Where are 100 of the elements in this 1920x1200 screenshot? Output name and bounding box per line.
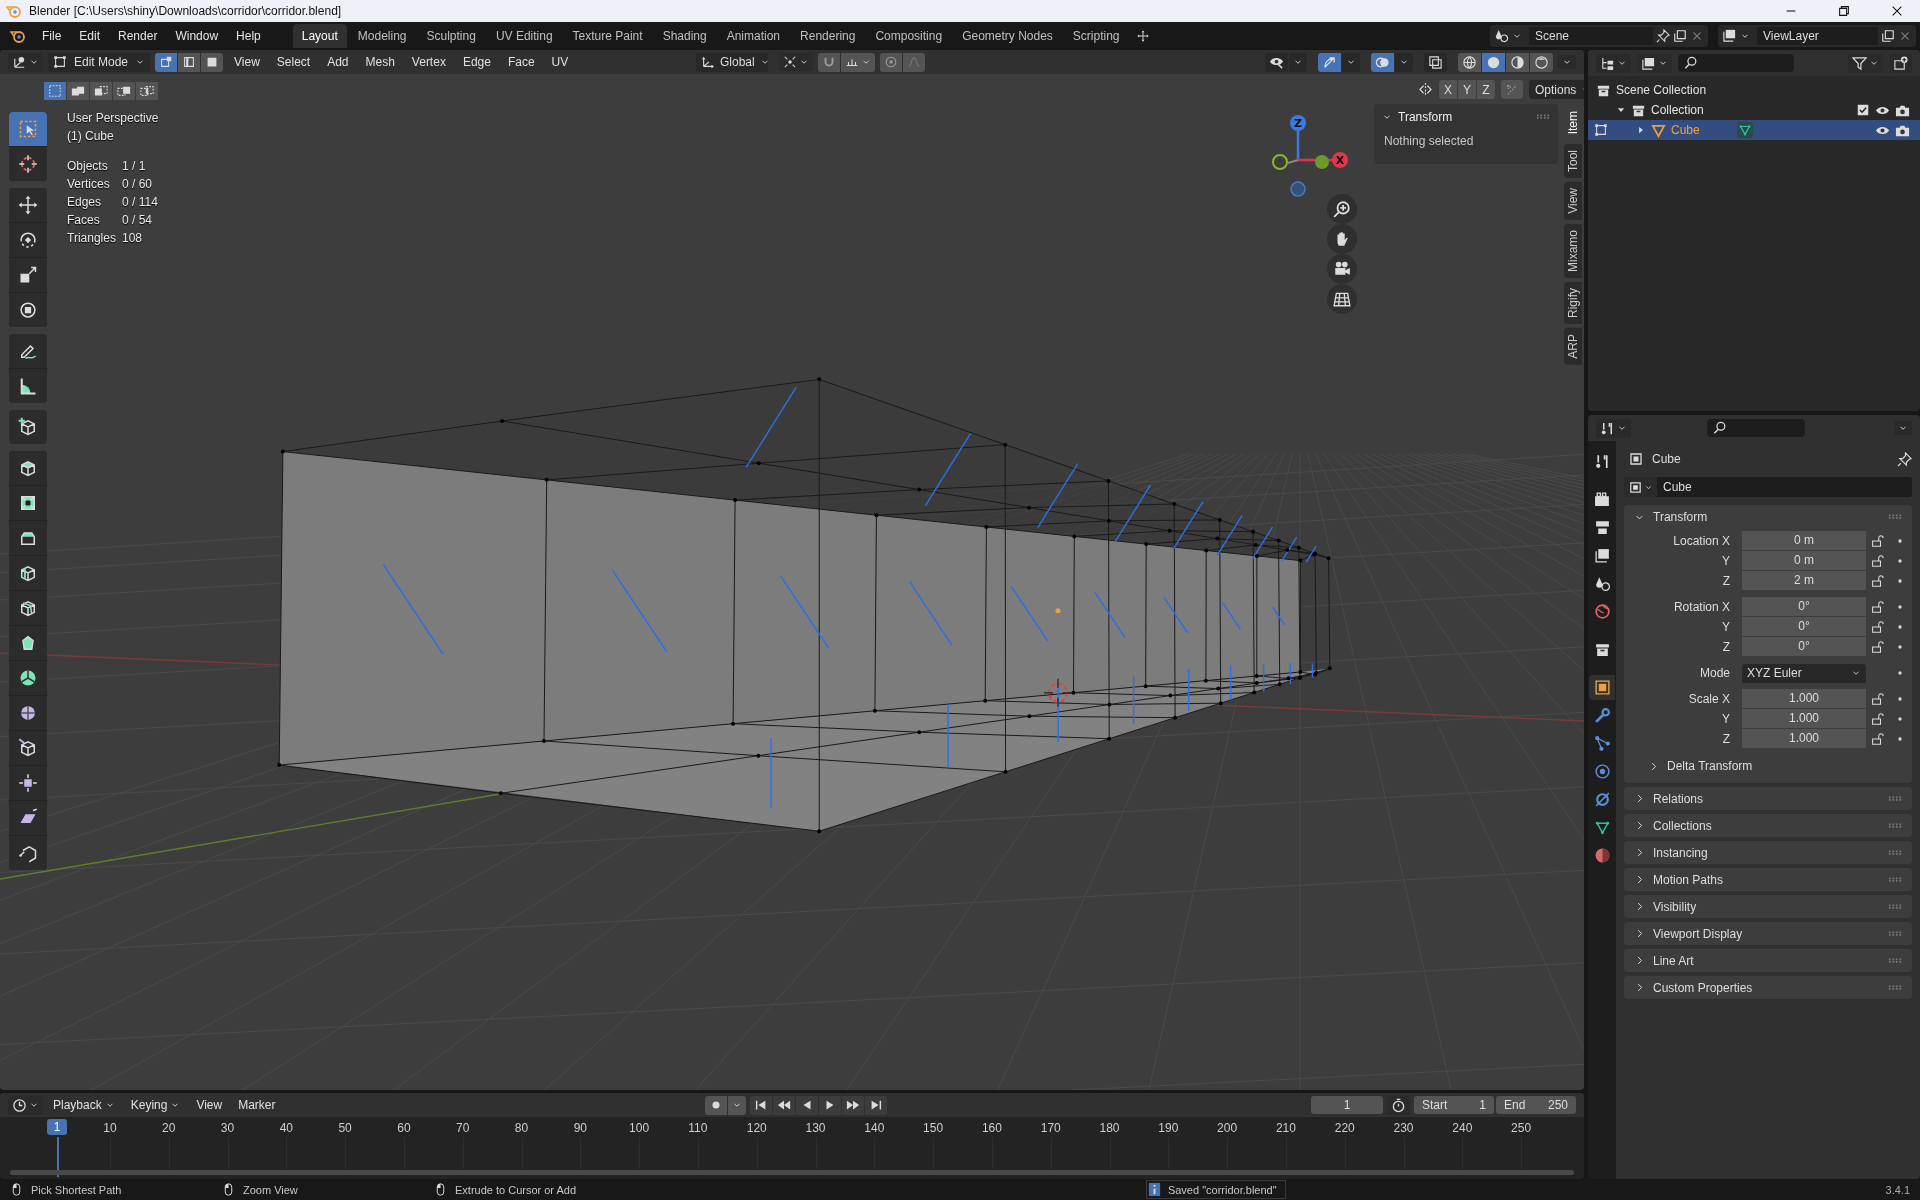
panel-title: Custom Properties — [1653, 980, 1753, 995]
workspace-tab[interactable]: UV Editing — [486, 23, 562, 48]
workspace-tab[interactable]: Rendering — [791, 23, 865, 48]
menu-item[interactable]: Face — [501, 53, 541, 71]
panel-header[interactable]: Line Art — [1624, 949, 1912, 972]
options-dropdown[interactable]: Options — [1529, 80, 1584, 99]
number-field[interactable]: 2 m — [1742, 571, 1866, 590]
number-field[interactable]: 1.000 — [1742, 689, 1866, 708]
menu-item[interactable]: Help — [228, 25, 269, 46]
menu-item[interactable]: Keying — [124, 1096, 187, 1114]
menu-item[interactable]: Render — [110, 25, 166, 46]
menu-item[interactable]: Add — [321, 53, 355, 71]
menu-item[interactable]: Marker — [232, 1096, 282, 1114]
menu-item[interactable]: View — [228, 53, 266, 71]
rotation-mode-dropdown[interactable]: XYZ Euler — [1742, 663, 1866, 683]
outliner-row[interactable]: Collection — [1588, 100, 1920, 120]
sidebar-tab[interactable]: Mixamo — [1564, 224, 1582, 279]
message-text: Saved "corridor.blend" — [1167, 1183, 1277, 1196]
panel-title: Collections — [1653, 818, 1712, 833]
view-name: User Perspective — [67, 111, 159, 125]
mode-dropdown[interactable]: Edit Mode — [48, 52, 150, 72]
frame-number: 200 — [1217, 1121, 1238, 1135]
outliner-row[interactable]: Cube — [1588, 120, 1920, 140]
view-layer-selector[interactable]: ViewLayer — [1718, 24, 1916, 47]
sidebar-tab[interactable]: Rigify — [1564, 282, 1582, 325]
frame-number: 80 — [514, 1121, 529, 1135]
property-label: Z — [1721, 732, 1731, 746]
field-value: Cube — [1662, 480, 1692, 494]
menu-item[interactable]: Playback — [47, 1096, 121, 1114]
menu-item[interactable]: File — [34, 25, 70, 46]
number-field[interactable]: 0° — [1742, 637, 1866, 656]
frame-number: 30 — [220, 1121, 235, 1135]
object-name-field[interactable]: Cube — [1624, 477, 1912, 497]
workspace-tab[interactable]: Scripting — [1063, 23, 1129, 48]
panel-header[interactable]: Instancing — [1624, 841, 1912, 864]
property-label: Y — [1721, 712, 1731, 726]
property-label: Y — [1721, 554, 1731, 568]
panel-title[interactable]: Transform — [1398, 110, 1453, 124]
mirror-axis-toggle[interactable]: Z — [1477, 80, 1495, 99]
workspace-tab[interactable]: Sculpting — [417, 23, 485, 48]
sidebar-tab[interactable]: View — [1564, 182, 1582, 221]
mirror-axis-toggle[interactable]: Y — [1458, 80, 1476, 99]
sidebar-tab[interactable]: ARP — [1564, 328, 1582, 365]
number-field[interactable]: 0 m — [1742, 551, 1866, 570]
number-field[interactable]: 0° — [1742, 597, 1866, 616]
axis-label: Z — [1294, 117, 1302, 130]
empty-message: Nothing selected — [1384, 134, 1475, 148]
menu-item[interactable]: Select — [270, 53, 317, 71]
scene-selector[interactable]: Scene — [1490, 24, 1708, 47]
panel-header[interactable]: Relations — [1624, 787, 1912, 810]
menu-item[interactable]: Edit — [71, 25, 109, 46]
axis-label: X — [1335, 154, 1345, 167]
stat-value: 0 / 54 — [122, 213, 154, 227]
mirror-axis-toggle[interactable]: X — [1439, 80, 1457, 99]
frame-number: 100 — [629, 1121, 650, 1135]
outliner-row[interactable]: Scene Collection — [1588, 80, 1920, 100]
panel-header[interactable]: Collections — [1624, 814, 1912, 837]
workspace-tab[interactable]: Texture Paint — [563, 23, 652, 48]
number-field[interactable]: 0° — [1742, 617, 1866, 636]
shortcut-hint: Zoom View — [243, 1183, 298, 1196]
stat-value: 0 / 60 — [122, 177, 154, 191]
number-field[interactable]: 1.000 — [1742, 709, 1866, 728]
panel-header[interactable]: Custom Properties — [1624, 976, 1912, 999]
panel-header[interactable]: Viewport Display — [1624, 922, 1912, 945]
panel-header[interactable]: Visibility — [1624, 895, 1912, 918]
frame-number: 220 — [1334, 1121, 1355, 1135]
number-field[interactable]: 1.000 — [1742, 729, 1866, 748]
subpanel-header[interactable]: Delta Transform — [1624, 755, 1912, 777]
menu-item[interactable]: Vertex — [405, 53, 452, 71]
property-label: Scale X — [1687, 692, 1731, 706]
workspace-tab[interactable]: Compositing — [866, 23, 952, 48]
sidebar-tab[interactable]: Tool — [1564, 144, 1582, 179]
menu-item[interactable]: UV — [545, 53, 575, 71]
frame-number: 90 — [573, 1121, 587, 1135]
menu-item[interactable]: View — [190, 1096, 229, 1114]
menu-item[interactable]: Edge — [456, 53, 497, 71]
end-frame-field[interactable]: End 250 — [1496, 1096, 1576, 1114]
menu-item[interactable]: Mesh — [359, 53, 401, 71]
stat-label: Vertices — [67, 177, 111, 191]
frame-number: 50 — [338, 1121, 352, 1135]
workspace-tab[interactable]: Geometry Nodes — [953, 23, 1062, 48]
frame-number: 150 — [923, 1121, 944, 1135]
current-frame-field[interactable]: 1 — [1311, 1096, 1383, 1114]
property-label: Y — [1721, 620, 1731, 634]
number-field[interactable]: 0 m — [1742, 531, 1866, 550]
stat-label: Faces — [67, 213, 101, 227]
workspace-tab[interactable]: Layout — [292, 23, 347, 48]
panel-title: Transform — [1653, 510, 1708, 524]
playhead[interactable]: 1 — [47, 1119, 67, 1135]
menu-item[interactable]: Window — [167, 25, 227, 46]
workspace-tab[interactable]: Animation — [717, 23, 790, 48]
workspace-tab[interactable]: Shading — [653, 23, 716, 48]
shortcut-hint: Extrude to Cursor or Add — [455, 1183, 577, 1196]
start-frame-field[interactable]: Start 1 — [1414, 1096, 1494, 1114]
panel-header[interactable]: Motion Paths — [1624, 868, 1912, 891]
panel-header[interactable]: Transform — [1624, 505, 1912, 529]
orientation-dropdown[interactable]: Global — [696, 52, 768, 72]
axis-gizmo[interactable]: Z X — [1272, 115, 1348, 197]
panel-title: Relations — [1653, 791, 1704, 806]
workspace-tab[interactable]: Modeling — [348, 23, 416, 48]
